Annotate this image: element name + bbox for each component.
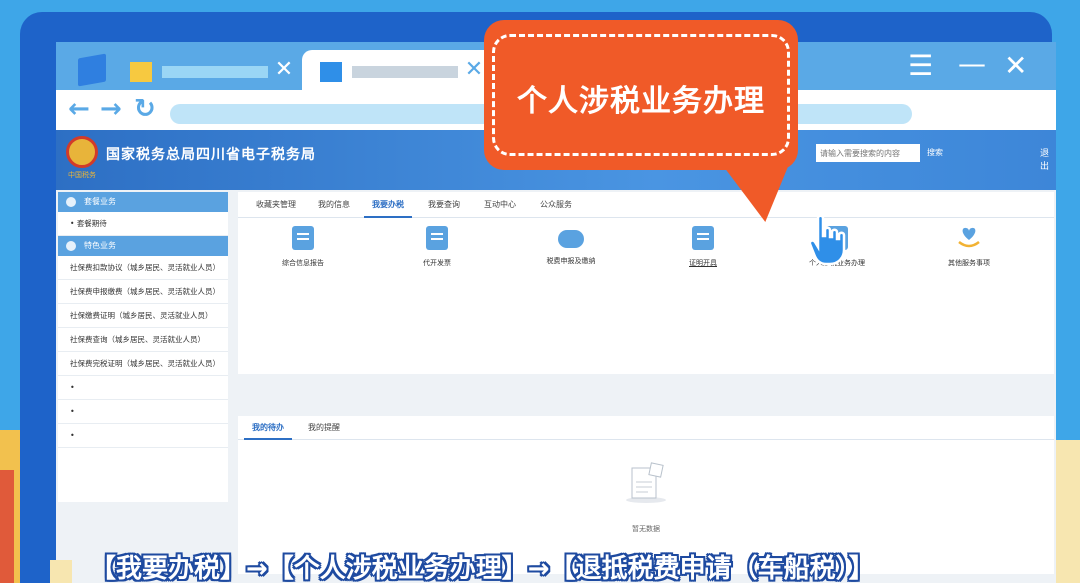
group-icon (66, 197, 76, 207)
service-label: 综合信息报告 (282, 259, 324, 267)
sidebar-group-package[interactable]: 套餐业务 (58, 192, 228, 212)
minimize-icon[interactable]: — (958, 50, 986, 78)
site-search-button[interactable]: 搜索 (922, 144, 948, 162)
service-comprehensive-report[interactable]: 综合信息报告 (248, 226, 358, 276)
sidebar: 套餐业务 • 套餐期待 特色业务 社保费扣款协议（城乡居民、灵活就业人员） 社保… (58, 192, 228, 502)
service-tax-declare-pay[interactable]: 税费申报及缴纳 (516, 226, 626, 276)
back-arrow-icon[interactable]: ← (68, 96, 90, 122)
cloud-pay-icon (558, 230, 584, 248)
sidebar-item-package-expect[interactable]: • 套餐期待 (58, 212, 228, 236)
tab-interaction[interactable]: 互动中心 (476, 192, 524, 218)
service-other[interactable]: 其他服务事项 (914, 226, 1024, 276)
tab-my-todo[interactable]: 我的待办 (244, 416, 292, 440)
sidebar-item-social-tax-proof[interactable]: 社保费完税证明（城乡居民、灵活就业人员） (58, 352, 228, 376)
sidebar-group-label: 特色业务 (84, 241, 116, 250)
service-certificate[interactable]: 证明开具 (648, 226, 758, 276)
close-icon[interactable]: ✕ (274, 59, 294, 81)
service-label: 其他服务事项 (948, 259, 990, 267)
browser-tab-inactive[interactable]: ✕ (68, 50, 300, 90)
sidebar-group-label: 套餐业务 (84, 197, 116, 206)
sidebar-item-social-query[interactable]: 社保费查询（城乡居民、灵活就业人员） (58, 328, 228, 352)
main-panel: 收藏夹管理 我的信息 我要办税 我要查询 互动中心 公众服务 综合信息报告 代开… (238, 192, 1054, 374)
tab-do-tax[interactable]: 我要办税 (364, 192, 412, 218)
sidebar-group-special[interactable]: 特色业务 (58, 236, 228, 256)
site-title: 国家税务总局四川省电子税务局 (106, 147, 316, 163)
page-content: 套餐业务 • 套餐期待 特色业务 社保费扣款协议（城乡居民、灵活就业人员） 社保… (56, 190, 1056, 583)
tab-title-placeholder (352, 66, 458, 78)
sidebar-item-social-proof[interactable]: 社保缴费证明（城乡居民、灵活就业人员） (58, 304, 228, 328)
decor-paper (50, 560, 72, 583)
tab-query[interactable]: 我要查询 (420, 192, 468, 218)
todo-tabs: 我的待办 我的提醒 (238, 416, 1054, 440)
tab-title-placeholder (162, 66, 268, 78)
window-close-icon[interactable]: ✕ (1004, 52, 1027, 80)
heart-hand-icon (956, 226, 982, 250)
decor-paper (1052, 440, 1080, 583)
sidebar-item-empty[interactable]: • (58, 400, 228, 424)
group-icon (66, 241, 76, 251)
service-label: 证明开具 (689, 259, 717, 267)
service-issue-invoice[interactable]: 代开发票 (382, 226, 492, 276)
site-search-input[interactable] (816, 144, 920, 162)
document-icon (292, 226, 314, 250)
forward-arrow-icon[interactable]: → (100, 96, 122, 122)
main-nav-tabs: 收藏夹管理 我的信息 我要办税 我要查询 互动中心 公众服务 (238, 192, 1054, 218)
callout-text: 个人涉税业务办理 (517, 84, 765, 119)
logout-link[interactable]: 退出 (1040, 146, 1056, 172)
sidebar-item-social-declare[interactable]: 社保费申报缴费（城乡居民、灵活就业人员） (58, 280, 228, 304)
refresh-icon[interactable]: ↻ (134, 96, 156, 122)
tab-favicon-icon (130, 62, 152, 82)
tab-public-service[interactable]: 公众服务 (532, 192, 580, 218)
decor-pencil-red (0, 470, 14, 583)
bottom-caption: 【我要办税】→【个人涉税业务办理】→【退抵税费申请（车船税）】 (90, 554, 875, 583)
tax-emblem-icon: 中国税务 (62, 134, 102, 182)
empty-state-text: 暂无数据 (632, 525, 660, 533)
empty-state-icon (624, 462, 668, 504)
service-label: 税费申报及缴纳 (546, 257, 596, 265)
invoice-icon (426, 226, 448, 250)
menu-icon[interactable]: ☰ (908, 52, 933, 80)
hand-pointer-icon (808, 214, 848, 266)
sidebar-item-label: 套餐期待 (76, 219, 107, 228)
sidebar-item-social-agreement[interactable]: 社保费扣款协议（城乡居民、灵活就业人员） (58, 256, 228, 280)
tab-my-reminder[interactable]: 我的提醒 (300, 416, 348, 440)
app-logo-icon (78, 53, 106, 87)
emblem-text: 中国税务 (68, 171, 96, 179)
certificate-icon (692, 226, 714, 250)
tab-favicon-icon (320, 62, 342, 82)
sidebar-item-empty[interactable]: • (58, 376, 228, 400)
callout-bubble: 个人涉税业务办理 (484, 20, 798, 170)
sidebar-item-empty[interactable]: • (58, 424, 228, 448)
tab-my-info[interactable]: 我的信息 (312, 192, 356, 218)
close-icon[interactable]: ✕ (464, 59, 484, 81)
browser-tab-active[interactable]: ✕ (302, 50, 498, 90)
tab-favorites[interactable]: 收藏夹管理 (248, 192, 304, 218)
service-label: 代开发票 (423, 259, 451, 267)
